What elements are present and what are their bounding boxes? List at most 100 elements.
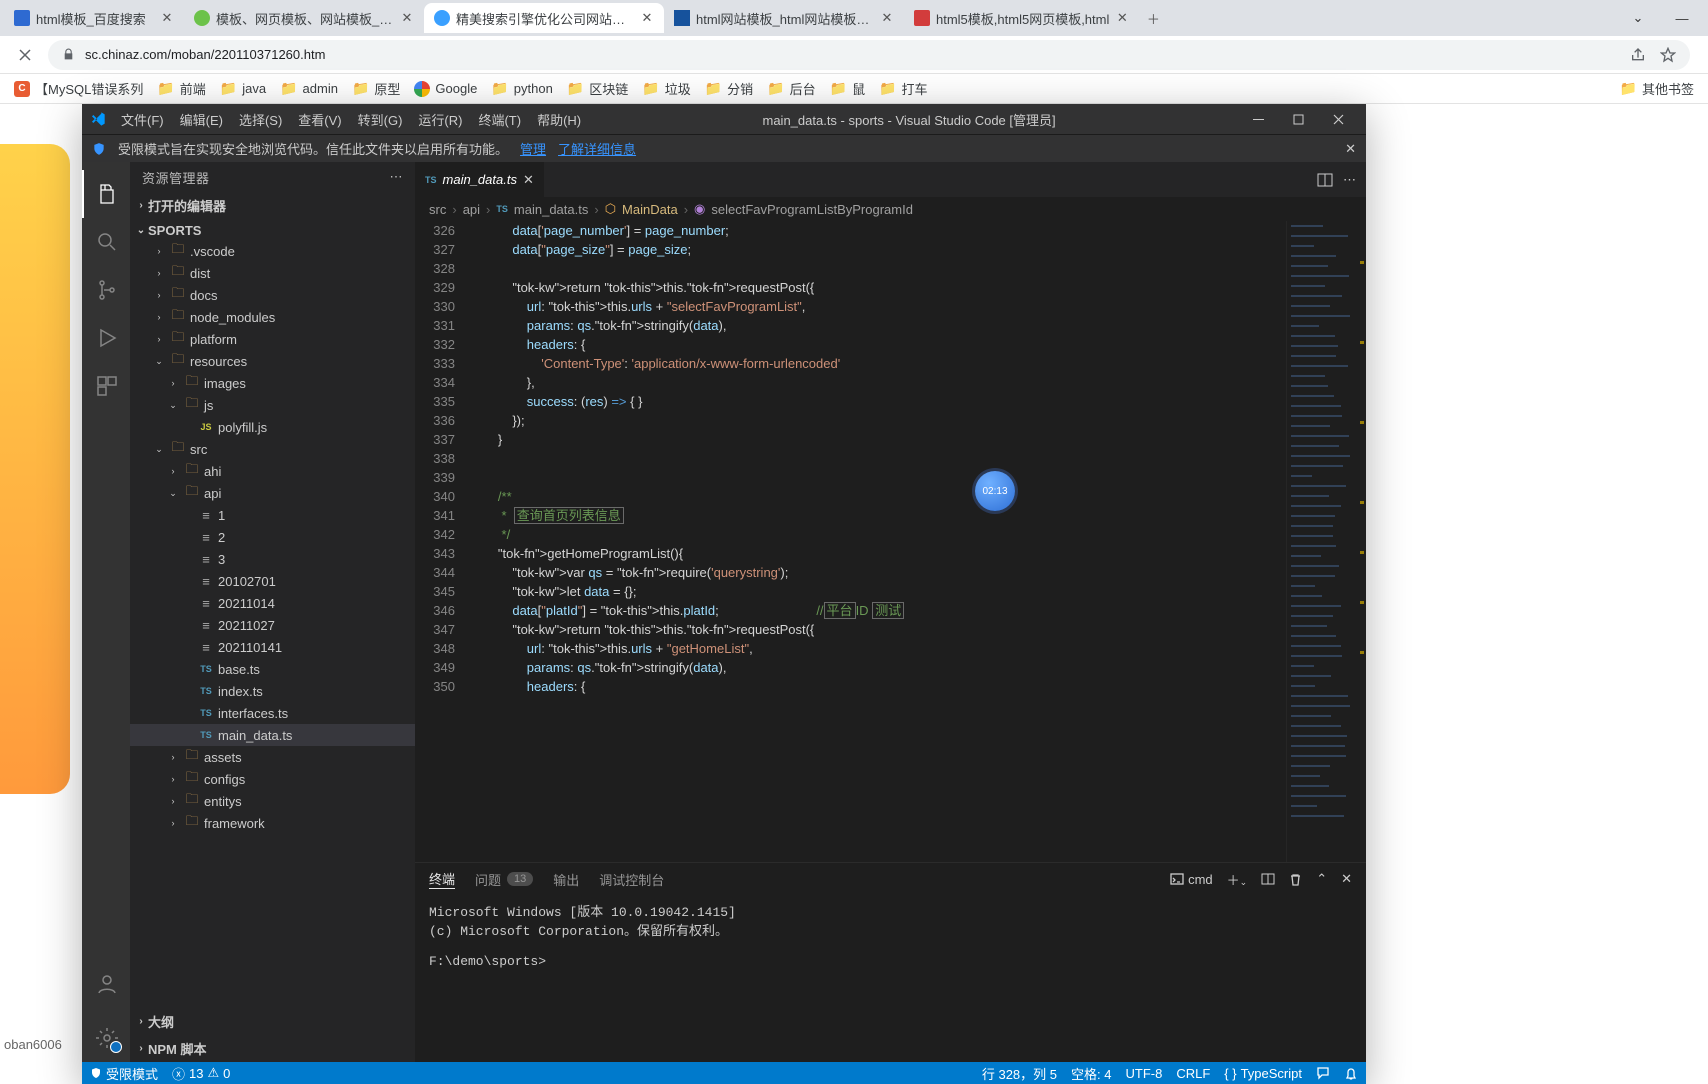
tree-item[interactable]: ›🗀.vscode [130, 240, 415, 262]
tree-item[interactable]: ›🗀assets [130, 746, 415, 768]
more-icon[interactable]: ⋯ [1343, 172, 1356, 188]
tree-item[interactable]: ›🗀images [130, 372, 415, 394]
cursor-position[interactable]: 行 328，列 5 [982, 1064, 1057, 1083]
browser-tab[interactable]: html5模板,html5网页模板,html ✕ [904, 3, 1139, 33]
bookmark[interactable]: 📁分销 [699, 76, 759, 101]
terminal-shell-select[interactable]: cmd [1170, 872, 1213, 887]
tree-item[interactable]: ≡2 [130, 526, 415, 548]
minimize-icon[interactable]: — [1660, 3, 1704, 33]
bookmark[interactable]: 📁前端 [151, 76, 211, 101]
tree-item[interactable]: ›🗀configs [130, 768, 415, 790]
tree-item[interactable]: ⌄🗀api [130, 482, 415, 504]
workspace-section[interactable]: ⌄SPORTS [130, 221, 415, 240]
code-content[interactable]: data['page_number'] = page_number; data[… [469, 221, 1286, 862]
restricted-mode-status[interactable]: 受限模式 [90, 1064, 158, 1083]
tree-item[interactable]: ›🗀docs [130, 284, 415, 306]
chevron-down-icon[interactable]: ⌄ [1616, 3, 1660, 33]
tree-item[interactable]: ⌄🗀js [130, 394, 415, 416]
browser-tab-active[interactable]: 精美搜索引擎优化公司网站模板 ✕ [424, 3, 664, 33]
extensions-icon[interactable] [82, 362, 130, 410]
tree-item[interactable]: JSpolyfill.js [130, 416, 415, 438]
maximize-icon[interactable] [1278, 105, 1318, 133]
split-terminal-icon[interactable] [1261, 872, 1275, 886]
tree-item[interactable]: ≡202110141 [130, 636, 415, 658]
tree-item[interactable]: TSmain_data.ts [130, 724, 415, 746]
url-input[interactable]: sc.chinaz.com/moban/220110371260.htm [48, 40, 1690, 70]
menu-item[interactable]: 转到(G) [351, 106, 410, 133]
tree-item[interactable]: ≡3 [130, 548, 415, 570]
menu-item[interactable]: 查看(V) [291, 106, 348, 133]
tree-item[interactable]: ⌄🗀resources [130, 350, 415, 372]
bookmark[interactable]: C【MySQL错误系列 [8, 76, 149, 101]
close-icon[interactable]: ✕ [400, 11, 414, 25]
feedback-icon[interactable] [1316, 1064, 1330, 1083]
eol-status[interactable]: CRLF [1176, 1064, 1210, 1083]
browser-tab[interactable]: html模板_百度搜索 ✕ [4, 3, 184, 33]
notifications-icon[interactable] [1344, 1064, 1358, 1083]
bookmark[interactable]: 📁admin [274, 77, 344, 100]
minimap[interactable] [1286, 221, 1366, 862]
new-terminal-icon[interactable]: ＋⌄ [1227, 870, 1248, 889]
bookmark[interactable]: 📁原型 [346, 76, 406, 101]
minimize-icon[interactable] [1238, 105, 1278, 133]
tree-item[interactable]: ⌄🗀src [130, 438, 415, 460]
browser-tab[interactable]: 模板、网页模板、网站模板_站长 ✕ [184, 3, 424, 33]
tree-item[interactable]: ›🗀entitys [130, 790, 415, 812]
menu-item[interactable]: 选择(S) [232, 106, 289, 133]
menu-item[interactable]: 编辑(E) [173, 106, 230, 133]
bookmark[interactable]: 📁python [485, 77, 558, 100]
bookmark[interactable]: 📁打车 [873, 76, 933, 101]
problems-status[interactable]: ⓧ13 ⚠0 [172, 1064, 230, 1083]
outline-section[interactable]: ›大纲 [130, 1010, 415, 1033]
tree-item[interactable]: ›🗀framework [130, 812, 415, 834]
menu-item[interactable]: 终端(T) [471, 106, 528, 133]
tree-item[interactable]: ›🗀ahi [130, 460, 415, 482]
stop-reload-icon[interactable] [10, 40, 40, 70]
debug-console-tab[interactable]: 调试控制台 [599, 870, 664, 889]
bookmark[interactable]: 📁后台 [761, 76, 821, 101]
indentation-status[interactable]: 空格: 4 [1071, 1064, 1111, 1083]
settings-icon[interactable] [82, 1014, 130, 1062]
source-control-icon[interactable] [82, 266, 130, 314]
tree-item[interactable]: TSindex.ts [130, 680, 415, 702]
bookmark-other[interactable]: 📁其他书签 [1614, 76, 1700, 101]
learn-more-link[interactable]: 了解详细信息 [558, 139, 636, 158]
tree-item[interactable]: ≡20211027 [130, 614, 415, 636]
open-editors-section[interactable]: ›打开的编辑器 [130, 194, 415, 217]
bookmark[interactable]: 📁java [214, 77, 272, 100]
npm-section[interactable]: ›NPM 脚本 [130, 1037, 415, 1060]
close-icon[interactable] [1318, 105, 1358, 133]
breadcrumb[interactable]: src› api› TSmain_data.ts› ⬡MainData› ◉se… [415, 197, 1366, 221]
close-panel-icon[interactable]: ✕ [1341, 871, 1352, 887]
bookmark[interactable]: Google [408, 78, 483, 100]
more-icon[interactable]: ⋯ [390, 169, 404, 185]
bookmark[interactable]: 📁垃圾 [636, 76, 696, 101]
tree-item[interactable]: ≡20211014 [130, 592, 415, 614]
output-tab[interactable]: 输出 [553, 870, 579, 889]
encoding-status[interactable]: UTF-8 [1125, 1064, 1162, 1083]
explorer-icon[interactable] [82, 170, 130, 218]
tree-item[interactable]: TSbase.ts [130, 658, 415, 680]
tree-item[interactable]: ≡1 [130, 504, 415, 526]
close-icon[interactable]: ✕ [1345, 141, 1356, 157]
close-icon[interactable]: ✕ [1115, 11, 1129, 25]
close-icon[interactable]: ✕ [523, 172, 534, 188]
menu-item[interactable]: 文件(F) [114, 106, 171, 133]
star-icon[interactable] [1660, 47, 1676, 63]
close-icon[interactable]: ✕ [160, 11, 174, 25]
tree-item[interactable]: ≡20102701 [130, 570, 415, 592]
new-tab-button[interactable]: ＋ [1139, 4, 1167, 32]
manage-link[interactable]: 管理 [520, 139, 546, 158]
tree-item[interactable]: ›🗀dist [130, 262, 415, 284]
split-editor-icon[interactable] [1317, 172, 1333, 188]
search-icon[interactable] [82, 218, 130, 266]
menu-item[interactable]: 运行(R) [411, 106, 469, 133]
problems-tab[interactable]: 问题13 [475, 870, 533, 889]
tree-item[interactable]: TSinterfaces.ts [130, 702, 415, 724]
code-editor[interactable]: 3263273283293303313323333343353363373383… [415, 221, 1366, 862]
menu-item[interactable]: 帮助(H) [530, 106, 588, 133]
editor-tab[interactable]: TS main_data.ts ✕ [415, 162, 544, 197]
bookmark[interactable]: 📁鼠 [824, 76, 871, 101]
tree-item[interactable]: ›🗀node_modules [130, 306, 415, 328]
close-icon[interactable]: ✕ [880, 11, 894, 25]
